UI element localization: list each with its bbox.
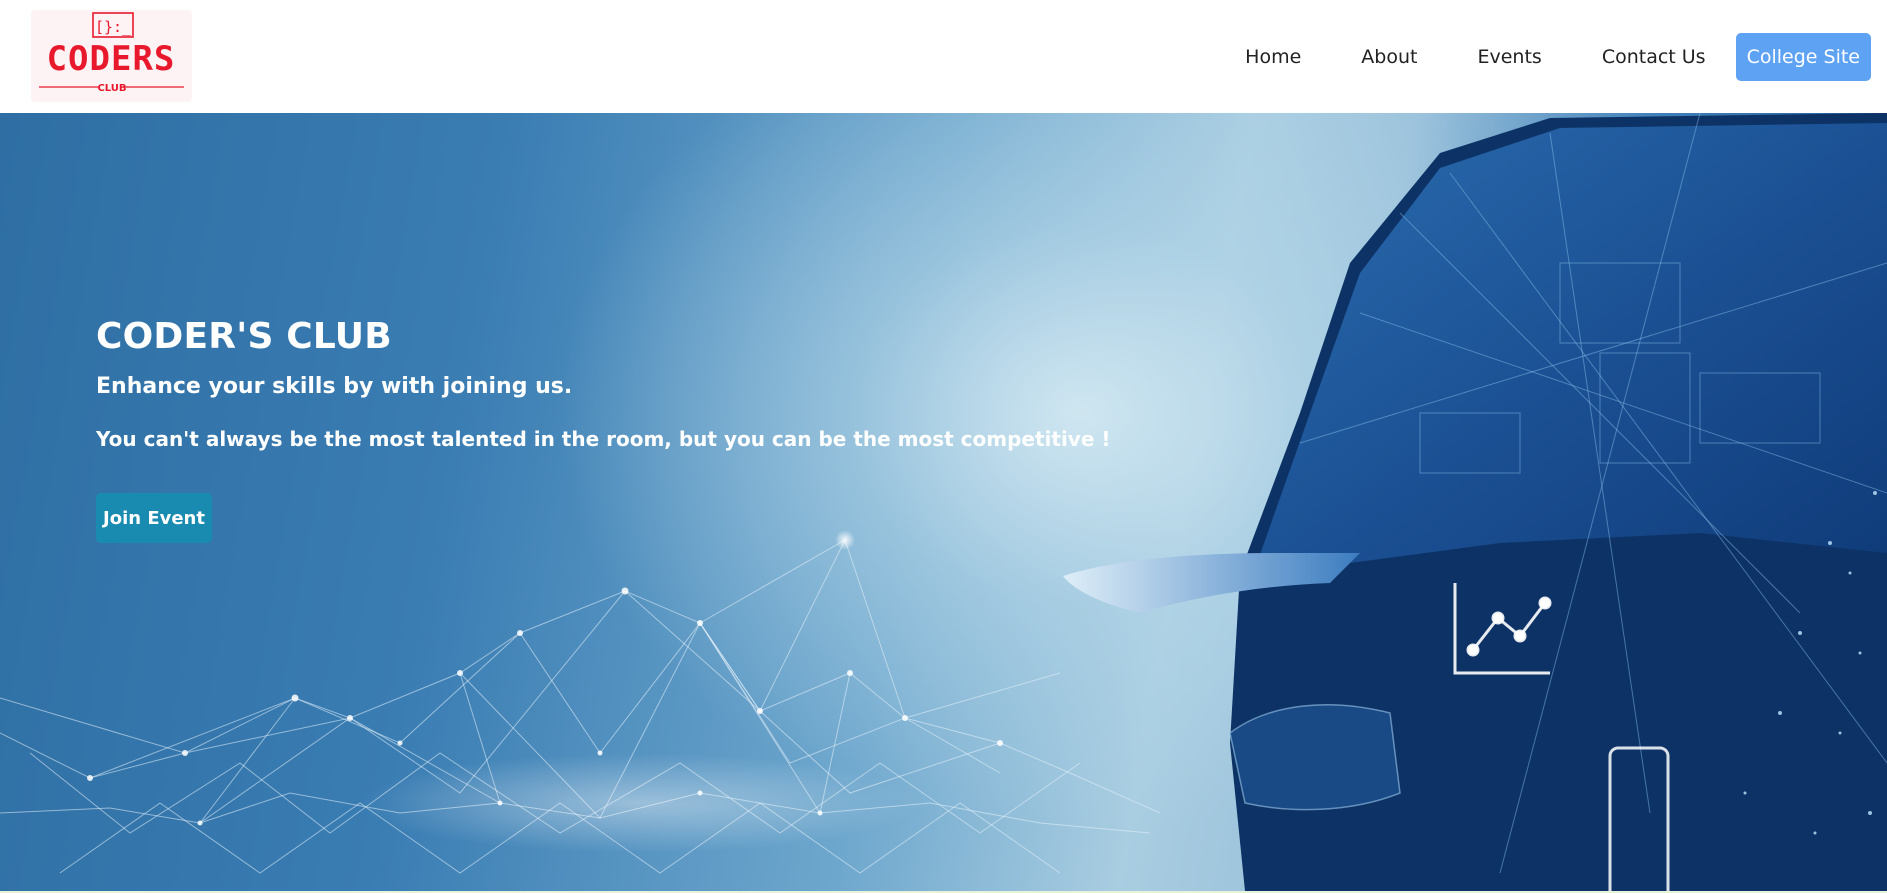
nav-home-link[interactable]: Home bbox=[1215, 33, 1331, 81]
navbar: [}:_ CODERS CLUB Home About Events Conta… bbox=[0, 0, 1887, 113]
nav-about-link[interactable]: About bbox=[1331, 33, 1447, 81]
hero-banner: CODER'S CLUB Enhance your skills by with… bbox=[0, 113, 1887, 891]
nav-events-link[interactable]: Events bbox=[1447, 33, 1571, 81]
hero-subtitle: Enhance your skills by with joining us. bbox=[96, 374, 573, 399]
hero-quote: You can't always be the most talented in… bbox=[96, 427, 1111, 451]
join-event-button[interactable]: Join Event bbox=[96, 493, 212, 543]
network-glow-band bbox=[360, 753, 920, 853]
main-nav: Home About Events Contact Us College Sit… bbox=[1215, 33, 1871, 81]
college-site-button[interactable]: College Site bbox=[1735, 33, 1871, 81]
logo-graphic: [}:_ CODERS CLUB bbox=[39, 12, 184, 94]
nav-contact-link[interactable]: Contact Us bbox=[1572, 33, 1736, 81]
logo-icon-text: [}:_ bbox=[95, 18, 132, 36]
logo-title: CODERS bbox=[47, 39, 176, 79]
hero-background-illustration bbox=[0, 113, 1887, 891]
coders-club-logo[interactable]: [}:_ CODERS CLUB bbox=[31, 10, 192, 102]
helmet-figure-graphic bbox=[1063, 113, 1887, 891]
logo-subtitle: CLUB bbox=[97, 83, 126, 94]
network-glow-node bbox=[835, 530, 855, 550]
hero-title: CODER'S CLUB bbox=[96, 316, 392, 357]
